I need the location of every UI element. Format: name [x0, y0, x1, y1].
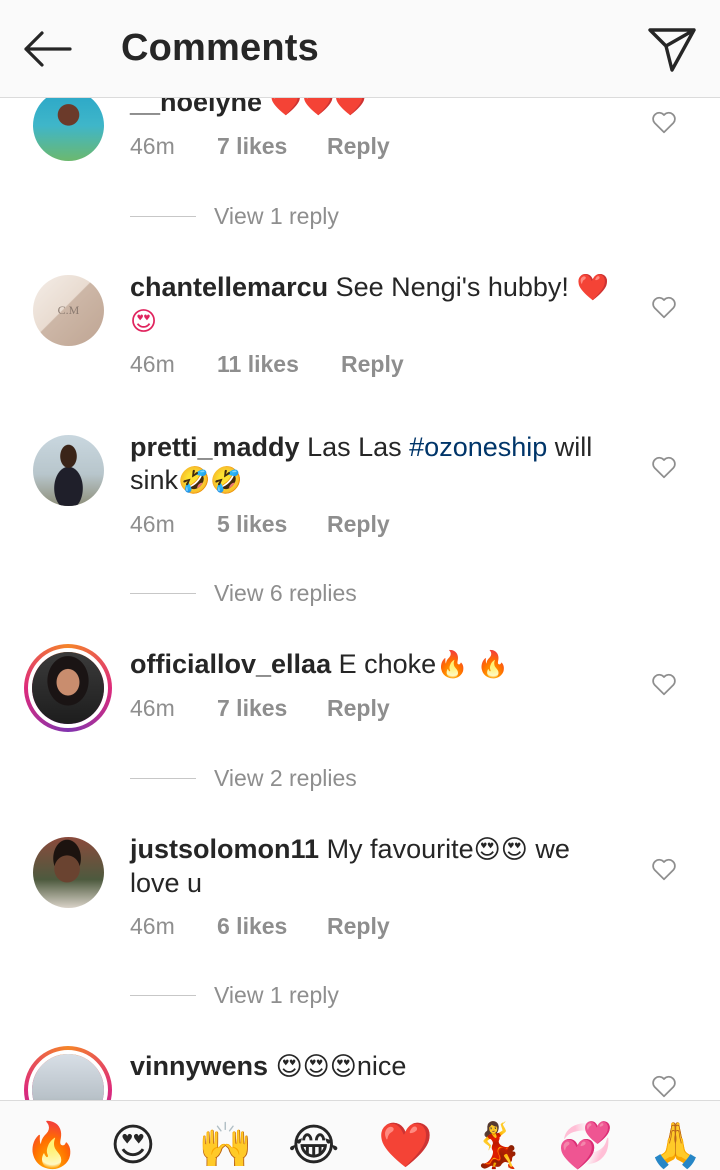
arrow-left-icon[interactable]	[20, 25, 76, 73]
folded-hands-emoji-button[interactable]: 🙏	[648, 1121, 703, 1170]
heart-icon[interactable]	[651, 455, 677, 479]
tears-of-joy-emoji-button[interactable]: 😂	[288, 1121, 339, 1170]
comment-emojis: 😍😍😍	[275, 1052, 357, 1082]
red-heart-emoji-button[interactable]: ❤️	[378, 1121, 433, 1170]
avatar[interactable]	[24, 1046, 112, 1100]
avatar[interactable]	[24, 644, 112, 732]
hashtag-link[interactable]: #ozoneship	[409, 432, 547, 462]
comment-time: 46m	[130, 695, 175, 721]
reply-button[interactable]: Reply	[341, 351, 404, 378]
heart-icon[interactable]	[651, 295, 677, 319]
comment-text: nice	[356, 1051, 407, 1081]
heart-icon[interactable]	[651, 1074, 677, 1098]
view-replies-button[interactable]: View 1 reply	[130, 980, 339, 1010]
emoji-quick-bar: 🔥 😍 🙌 😂 ❤️ 💃 💞 🙏	[0, 1100, 720, 1170]
comment-likes[interactable]: 7 likes	[217, 695, 327, 722]
avatar-text: C.M	[57, 303, 80, 317]
avatar[interactable]	[33, 435, 104, 506]
comment-time: 46m	[130, 913, 175, 939]
page-title: Comments	[121, 27, 319, 69]
avatar[interactable]	[33, 90, 104, 161]
view-replies-button[interactable]: View 2 replies	[130, 763, 357, 793]
heart-icon[interactable]	[651, 110, 677, 134]
reply-button[interactable]: Reply	[327, 913, 390, 940]
comment-emojis: 🔥 🔥	[436, 650, 510, 680]
raised-hands-emoji-button[interactable]: 🙌	[198, 1121, 253, 1170]
comment-likes[interactable]: 7 likes	[217, 133, 327, 160]
comments-list[interactable]: __noelyne ❤️❤️❤️ 46m 7 likes Reply View …	[0, 0, 720, 1100]
comment-emojis: 😍😍	[473, 835, 528, 865]
comment-text: See Nengi's hubby!	[335, 272, 569, 302]
comment-username[interactable]: vinnywens	[130, 1051, 268, 1081]
fire-emoji-button[interactable]: 🔥	[24, 1121, 79, 1170]
avatar[interactable]	[33, 837, 104, 908]
top-bar: Comments	[0, 0, 720, 98]
comment-likes[interactable]: 5 likes	[217, 511, 327, 538]
comment-text: My favourite	[326, 834, 474, 864]
view-replies-button[interactable]: View 1 reply	[130, 201, 339, 231]
heart-icon[interactable]	[651, 857, 677, 881]
comment-username[interactable]: chantellemarcu	[130, 272, 328, 302]
paper-plane-icon[interactable]	[644, 22, 700, 76]
comment-time: 46m	[130, 511, 175, 537]
heart-eyes-emoji-button[interactable]: 😍	[110, 1121, 156, 1170]
comment-time: 46m	[130, 133, 175, 159]
comment-time: 46m	[130, 351, 175, 377]
view-replies-button[interactable]: View 6 replies	[130, 578, 357, 608]
comment-emojis: 🤣🤣	[178, 466, 243, 496]
comment-likes[interactable]: 6 likes	[217, 913, 327, 940]
revolving-hearts-emoji-button[interactable]: 💞	[558, 1121, 613, 1170]
comment-text: E choke	[338, 649, 437, 679]
comment-likes[interactable]: 11 likes	[217, 351, 341, 378]
reply-button[interactable]: Reply	[327, 133, 390, 160]
reply-button[interactable]: Reply	[327, 695, 390, 722]
dancer-emoji-button[interactable]: 💃	[470, 1121, 525, 1170]
heart-icon[interactable]	[651, 672, 677, 696]
comment-username[interactable]: justsolomon11	[130, 834, 319, 864]
comment-username[interactable]: officiallov_ellaa	[130, 649, 331, 679]
comment-text: Las Las	[307, 432, 402, 462]
reply-button[interactable]: Reply	[327, 511, 390, 538]
avatar[interactable]: C.M	[33, 275, 104, 346]
comment-username[interactable]: pretti_maddy	[130, 432, 300, 462]
